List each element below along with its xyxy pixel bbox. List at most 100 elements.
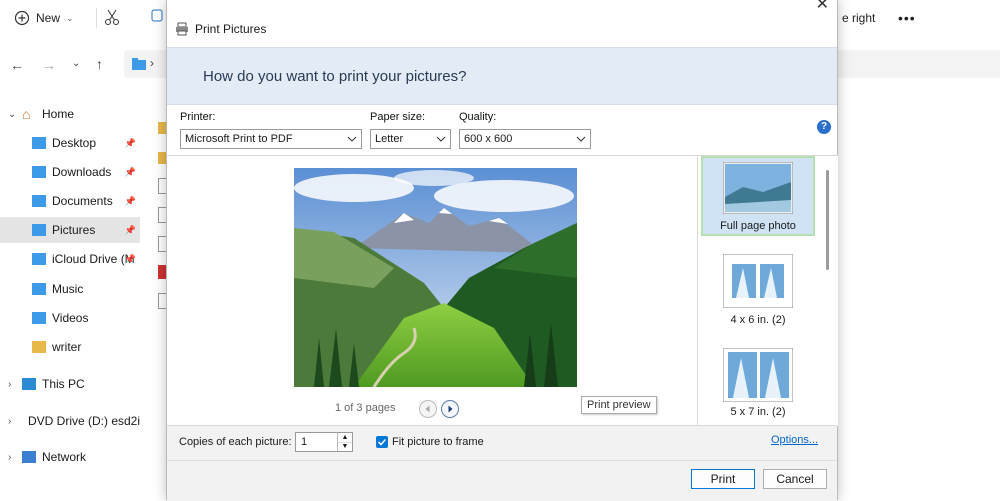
decrement-icon[interactable]: ▼	[337, 442, 352, 451]
chevron-down-icon	[576, 136, 586, 142]
print-pictures-dialog: ✕ Print Pictures How do you want to prin…	[166, 0, 838, 501]
quality-label: Quality:	[459, 111, 497, 123]
next-page-button[interactable]	[441, 400, 459, 418]
copy-icon[interactable]	[148, 9, 164, 25]
layout-thumbnail	[723, 348, 793, 402]
folder-icon	[32, 253, 46, 265]
dialog-button-bar: Print Cancel	[167, 460, 837, 501]
pin-icon: 📌	[124, 253, 136, 264]
layout-label: 4 x 6 in. (2)	[730, 314, 786, 326]
layout-full-page-photo[interactable]: Full page photo	[701, 156, 815, 236]
expand-icon[interactable]: ⌄	[8, 109, 16, 120]
copies-spinner[interactable]: 1 ▲ ▼	[295, 432, 353, 452]
network-icon	[22, 451, 36, 463]
copies-value: 1	[301, 436, 308, 448]
sidebar-item-this-pc[interactable]: › This PC	[0, 371, 140, 397]
printer-icon	[176, 22, 188, 36]
preview-area: 1 of 3 pages Print preview	[167, 155, 697, 426]
sidebar-item-label: writer	[52, 340, 82, 354]
quality-select[interactable]: 600 x 600	[459, 129, 591, 149]
sidebar-item-videos[interactable]: Videos	[0, 305, 140, 331]
arrow-right-icon	[448, 405, 453, 413]
close-icon[interactable]: ✕	[816, 0, 829, 14]
copies-label: Copies of each picture:	[179, 436, 292, 448]
collapse-icon[interactable]: ›	[8, 379, 11, 390]
print-button[interactable]: Print	[691, 469, 755, 489]
folder-icon	[32, 166, 46, 178]
back-icon[interactable]: ←	[10, 57, 24, 73]
sidebar-item-pictures[interactable]: Pictures 📌	[0, 217, 140, 243]
sidebar-item-label: Network	[42, 450, 87, 464]
print-preview-tooltip: Print preview	[581, 396, 657, 414]
pin-icon: 📌	[124, 166, 136, 177]
sidebar-item-label: Home	[42, 107, 75, 121]
sidebar-item-label: Downloads	[52, 165, 112, 179]
chevron-down-icon	[347, 136, 357, 142]
layout-label: Full page photo	[720, 220, 796, 232]
sidebar-item-label: Documents	[52, 194, 113, 208]
folder-icon	[32, 137, 46, 149]
landscape-photo	[294, 168, 577, 387]
sidebar-item-downloads[interactable]: Downloads 📌	[0, 159, 140, 185]
folder-icon	[32, 341, 46, 353]
layout-5x7[interactable]: 5 x 7 in. (2)	[701, 348, 815, 418]
layout-thumbnail	[723, 162, 793, 214]
pin-icon: 📌	[124, 137, 136, 148]
folder-icon	[32, 195, 46, 207]
up-icon[interactable]: ↑	[96, 56, 103, 72]
folder-icon	[32, 224, 46, 236]
address-separator: ›	[150, 56, 154, 70]
printer-select[interactable]: Microsoft Print to PDF	[180, 129, 362, 149]
collapse-icon[interactable]: ›	[8, 416, 11, 427]
dialog-header: How do you want to print your pictures?	[167, 47, 837, 105]
layout-options-pane: Full page photo 4 x 6 in. (2) 5 x 7 in. …	[697, 155, 838, 426]
options-link[interactable]: Options...	[771, 434, 818, 446]
pdf-icon	[158, 265, 166, 279]
printer-label: Printer:	[180, 111, 216, 123]
dialog-title-bar: Print Pictures	[167, 17, 266, 41]
pc-icon	[22, 378, 36, 390]
sidebar-item-documents[interactable]: Documents 📌	[0, 188, 140, 214]
cancel-button[interactable]: Cancel	[763, 469, 827, 489]
folder-icon	[132, 58, 146, 70]
sidebar-item-label: iCloud Drive (M	[52, 252, 135, 266]
rotate-right-label: e right	[842, 11, 876, 25]
sidebar-item-writer[interactable]: writer	[0, 334, 140, 360]
printer-value: Microsoft Print to PDF	[185, 133, 293, 145]
toolbar-divider	[96, 8, 97, 28]
paper-size-select[interactable]: Letter	[370, 129, 451, 149]
sidebar-item-label: Pictures	[52, 223, 96, 237]
layout-scrollbar[interactable]	[826, 170, 829, 270]
sidebar-item-dvd-drive-d-esd2i[interactable]: › DVD Drive (D:) esd2i	[0, 408, 140, 434]
new-button[interactable]: New ⌄	[14, 4, 74, 32]
page-indicator: 1 of 3 pages	[335, 402, 396, 414]
sidebar-item-label: Music	[52, 282, 84, 296]
sidebar-item-icloud-drive-m[interactable]: iCloud Drive (M 📌	[0, 246, 140, 272]
pin-icon: 📌	[124, 195, 136, 206]
home-icon: ⌂	[22, 106, 31, 122]
previous-page-button[interactable]	[419, 400, 437, 418]
dialog-title: Print Pictures	[195, 22, 267, 36]
sidebar-item-label: Desktop	[52, 136, 97, 150]
sidebar-item-network[interactable]: › Network	[0, 444, 140, 470]
help-icon[interactable]: ?	[817, 120, 831, 134]
sidebar-item-label: Videos	[52, 311, 89, 325]
print-settings-bar: Copies of each picture: 1 ▲ ▼ Fit pictur…	[167, 425, 837, 460]
cut-icon[interactable]	[103, 8, 121, 26]
more-options-button[interactable]: •••	[898, 4, 916, 32]
sidebar-item-music[interactable]: Music	[0, 276, 140, 302]
paper-size-label: Paper size:	[370, 111, 426, 123]
sidebar-item-desktop[interactable]: Desktop 📌	[0, 130, 140, 156]
rotate-right-button[interactable]: e right	[842, 4, 875, 32]
dialog-question: How do you want to print your pictures?	[203, 68, 467, 85]
quality-value: 600 x 600	[464, 133, 513, 145]
folder-icon	[158, 122, 166, 134]
sidebar-item-home[interactable]: ⌄ ⌂ Home	[0, 101, 140, 127]
more-icon: •••	[898, 10, 916, 26]
recent-chevron-icon[interactable]: ⌄	[72, 58, 80, 69]
collapse-icon[interactable]: ›	[8, 452, 11, 463]
layout-4x6[interactable]: 4 x 6 in. (2)	[701, 254, 815, 340]
plus-circle-icon	[14, 10, 30, 26]
fit-to-frame-checkbox[interactable]	[376, 436, 388, 448]
forward-icon[interactable]: →	[42, 57, 56, 73]
